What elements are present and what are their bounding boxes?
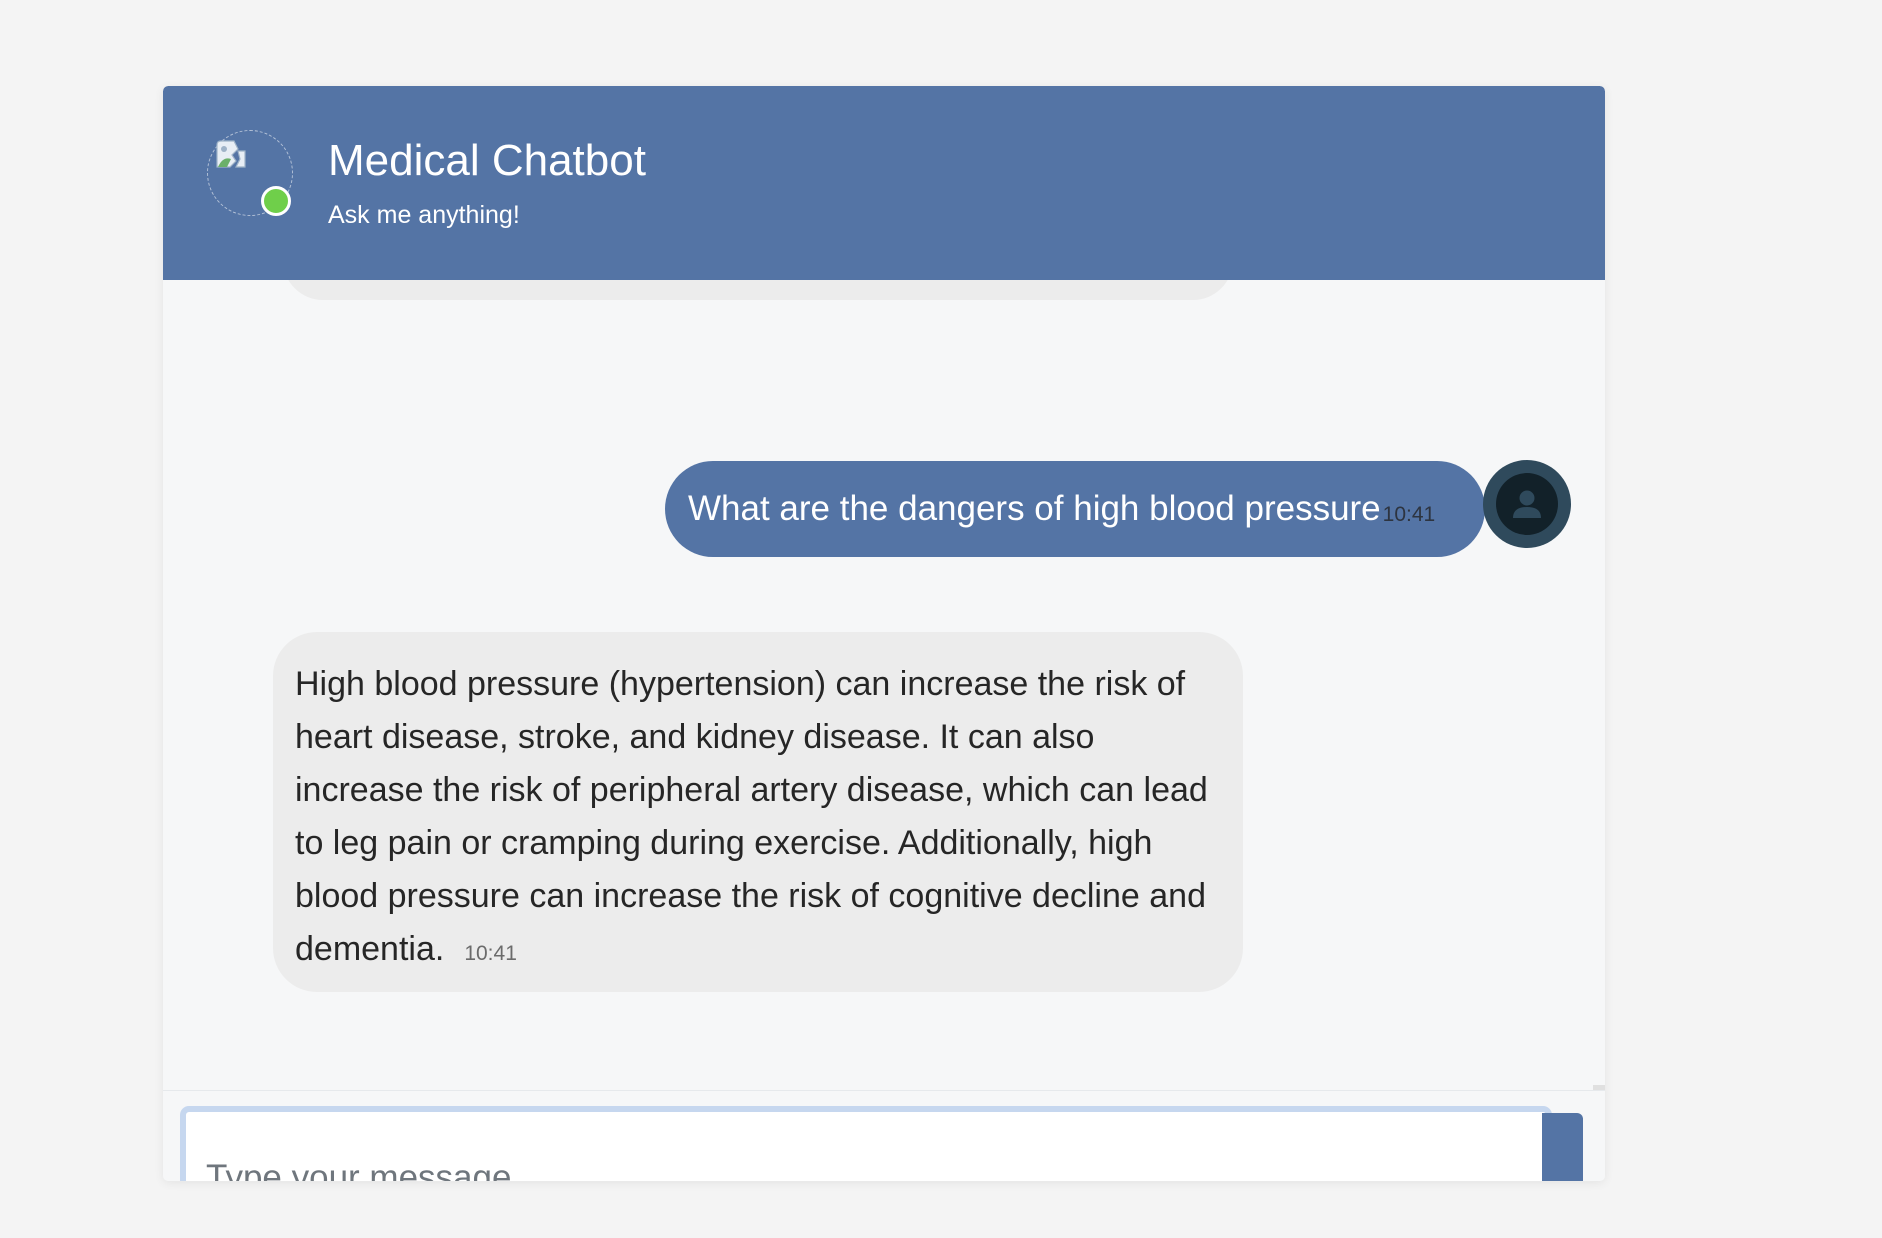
- user-message: What are the dangers of high blood press…: [665, 461, 1486, 557]
- chat-subtitle: Ask me anything!: [328, 201, 520, 229]
- bot-message-text: High blood pressure (hypertension) can i…: [295, 665, 1208, 968]
- user-icon: [1513, 490, 1541, 518]
- message-input[interactable]: [180, 1106, 1552, 1181]
- send-button[interactable]: [1542, 1113, 1583, 1181]
- bot-message-time: 10:41: [464, 942, 517, 965]
- user-message-time: 10:41: [1382, 503, 1436, 526]
- user-avatar: [1483, 460, 1571, 548]
- bot-message: High blood pressure (hypertension) can i…: [273, 632, 1243, 992]
- online-status-dot: [261, 186, 291, 216]
- message-list[interactable]: What are the dangers of high blood press…: [163, 280, 1605, 1090]
- chat-header: Medical Chatbot Ask me anything!: [163, 86, 1605, 280]
- input-bar: [163, 1090, 1605, 1181]
- chat-window: Medical Chatbot Ask me anything! What ar…: [163, 86, 1605, 1181]
- chat-title: Medical Chatbot: [328, 136, 646, 185]
- previous-message-bubble: [283, 280, 1233, 300]
- user-message-text: What are the dangers of high blood press…: [688, 489, 1381, 528]
- broken-image-icon: [216, 140, 246, 168]
